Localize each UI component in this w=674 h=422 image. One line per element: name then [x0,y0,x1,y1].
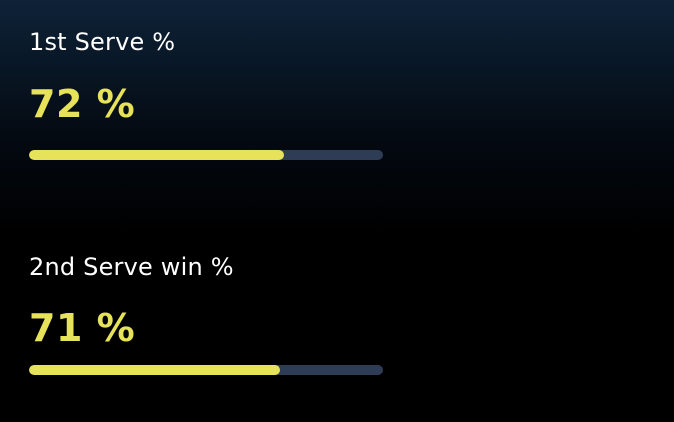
progress-fill [29,365,281,375]
stat-value: 71 % [29,306,136,350]
progress-track [29,365,383,375]
stat-second-serve-win: 2nd Serve win % 71 % [29,0,383,380]
stat-label: 2nd Serve win % [29,253,234,281]
